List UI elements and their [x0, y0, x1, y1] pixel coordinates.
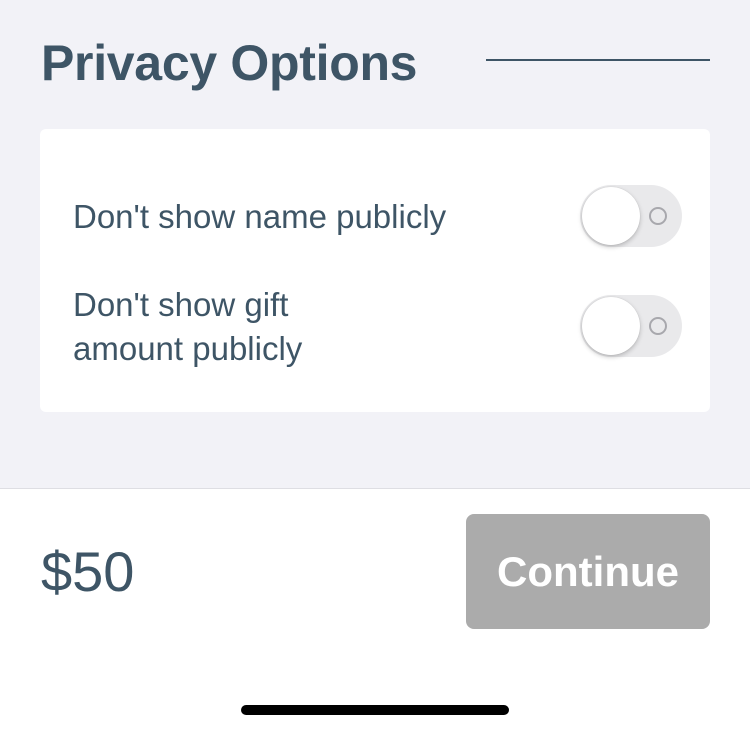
home-indicator[interactable]	[241, 705, 509, 715]
toggle-off-indicator-icon	[649, 317, 667, 335]
toggle-knob	[582, 187, 640, 245]
title-divider	[486, 59, 710, 61]
privacy-options-header: Privacy Options	[41, 30, 710, 94]
hide-name-toggle[interactable]	[580, 185, 682, 247]
gift-amount: $50	[41, 540, 135, 603]
privacy-options-card: Don't show name publicly Don't show gift…	[40, 129, 710, 412]
option-label-hide-amount: Don't show gift amount publicly	[73, 286, 303, 367]
hide-amount-toggle[interactable]	[580, 295, 682, 357]
toggle-off-indicator-icon	[649, 207, 667, 225]
page-title: Privacy Options	[41, 35, 418, 91]
continue-button[interactable]: Continue	[466, 514, 710, 629]
toggle-knob	[582, 297, 640, 355]
option-label-hide-name: Don't show name publicly	[73, 198, 447, 235]
bottom-action-bar: $50 Continue	[0, 488, 750, 731]
